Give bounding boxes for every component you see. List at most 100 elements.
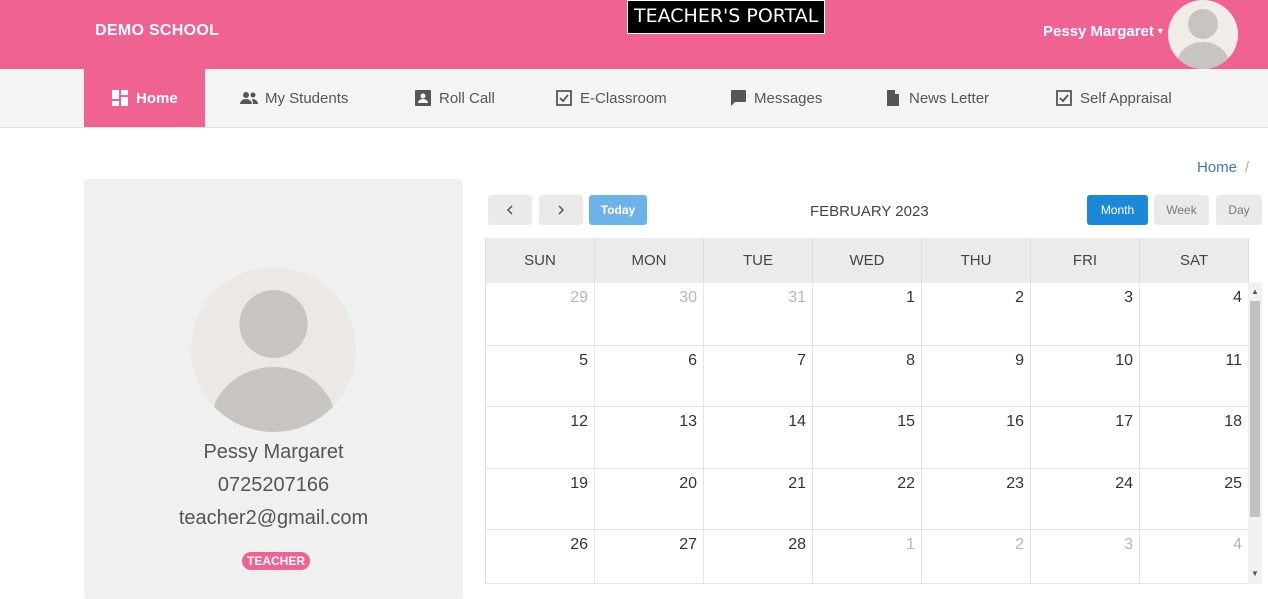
calendar-body: 29 30 31 1 2 3 4 5 6 7 8 9 10 11 12 13 14 15 16 17 18 19 20 21 2… [486, 283, 1249, 584]
calendar-day-cell[interactable]: 14 [704, 407, 813, 468]
calendar-day-cell[interactable]: 1 [813, 283, 922, 345]
day-number[interactable]: 14 [788, 413, 806, 431]
next-month-button[interactable] [539, 195, 583, 225]
calendar-day-cell[interactable]: 2 [922, 530, 1031, 583]
calendar-day-cell[interactable]: 30 [595, 283, 704, 345]
chevron-left-icon [506, 205, 513, 215]
calendar-day-cell[interactable]: 23 [922, 469, 1031, 529]
day-number[interactable]: 4 [1233, 536, 1242, 554]
calendar-day-cell[interactable]: 4 [1140, 530, 1249, 583]
profile-email: teacher2@gmail.com [178, 507, 369, 529]
today-button[interactable]: Today [589, 195, 647, 225]
nav-item-messages[interactable]: Messages [729, 69, 822, 127]
day-number[interactable]: 1 [906, 289, 915, 307]
nav-item-my-students[interactable]: My Students [240, 69, 348, 127]
user-avatar[interactable] [1168, 0, 1238, 69]
calendar-day-cell[interactable]: 12 [486, 407, 595, 468]
calendar-day-cell[interactable]: 25 [1140, 469, 1249, 529]
day-number[interactable]: 26 [570, 536, 588, 554]
user-menu[interactable]: Pessy Margaret ▼ [1043, 23, 1165, 40]
nav-item-e-classroom[interactable]: E-Classroom [555, 69, 667, 127]
nav-item-home[interactable]: Home [84, 69, 205, 127]
calendar-day-cell[interactable]: 26 [486, 530, 595, 583]
role-badge: TEACHER [242, 552, 311, 570]
day-number[interactable]: 11 [1225, 352, 1242, 370]
day-number[interactable]: 28 [788, 536, 806, 554]
breadcrumb: Home / [1197, 159, 1249, 176]
view-month-button[interactable]: Month [1087, 195, 1148, 225]
day-number[interactable]: 2 [1015, 536, 1024, 554]
view-week-button[interactable]: Week [1154, 195, 1209, 225]
day-number[interactable]: 15 [897, 413, 915, 431]
day-number[interactable]: 12 [570, 413, 588, 431]
nav-item-label: My Students [265, 89, 349, 107]
day-number[interactable]: 3 [1124, 536, 1133, 554]
day-number[interactable]: 24 [1115, 475, 1133, 493]
day-number[interactable]: 19 [570, 475, 588, 493]
calendar-day-cell[interactable]: 29 [486, 283, 595, 345]
weekday-header: SUN MON TUE WED THU FRI SAT [486, 238, 1249, 283]
calendar-day-cell[interactable]: 27 [595, 530, 704, 583]
calendar-day-cell[interactable]: 9 [922, 346, 1031, 406]
calendar-day-cell[interactable]: 22 [813, 469, 922, 529]
calendar-day-cell[interactable]: 18 [1140, 407, 1249, 468]
day-number[interactable]: 7 [797, 352, 806, 370]
calendar-day-cell[interactable]: 20 [595, 469, 704, 529]
prev-month-button[interactable] [488, 195, 532, 225]
calendar-day-cell[interactable]: 3 [1031, 530, 1140, 583]
calendar-scrollbar[interactable]: ▲ ▼ [1248, 283, 1262, 584]
day-number[interactable]: 20 [679, 475, 697, 493]
scroll-up-arrow-icon[interactable]: ▲ [1248, 285, 1262, 299]
school-brand[interactable]: DEMO SCHOOL [95, 22, 219, 40]
day-number[interactable]: 21 [788, 475, 806, 493]
calendar-day-cell[interactable]: 17 [1031, 407, 1140, 468]
day-number[interactable]: 23 [1006, 475, 1024, 493]
calendar-day-cell[interactable]: 28 [704, 530, 813, 583]
day-number[interactable]: 3 [1124, 289, 1133, 307]
day-number[interactable]: 18 [1224, 413, 1242, 431]
day-number[interactable]: 4 [1233, 289, 1242, 307]
day-number[interactable]: 29 [570, 289, 588, 307]
calendar-day-cell[interactable]: 2 [922, 283, 1031, 345]
day-number[interactable]: 16 [1006, 413, 1024, 431]
calendar-day-cell[interactable]: 10 [1031, 346, 1140, 406]
day-number[interactable]: 2 [1015, 289, 1024, 307]
day-number[interactable]: 5 [579, 352, 588, 370]
day-number[interactable]: 6 [688, 352, 697, 370]
calendar-day-cell[interactable]: 15 [813, 407, 922, 468]
calendar-day-cell[interactable]: 16 [922, 407, 1031, 468]
day-number[interactable]: 17 [1115, 413, 1133, 431]
view-day-button[interactable]: Day [1216, 195, 1262, 225]
day-number[interactable]: 9 [1015, 352, 1024, 370]
calendar-day-cell[interactable]: 31 [704, 283, 813, 345]
calendar-day-cell[interactable]: 8 [813, 346, 922, 406]
scroll-thumb[interactable] [1250, 301, 1260, 517]
nav-item-self-appraisal[interactable]: Self Appraisal [1055, 69, 1172, 127]
day-number[interactable]: 27 [679, 536, 697, 554]
calendar-day-cell[interactable]: 13 [595, 407, 704, 468]
day-number[interactable]: 8 [906, 352, 915, 370]
calendar-day-cell[interactable]: 5 [486, 346, 595, 406]
day-number[interactable]: 22 [897, 475, 915, 493]
calendar-day-cell[interactable]: 24 [1031, 469, 1140, 529]
scroll-down-arrow-icon[interactable]: ▼ [1248, 567, 1262, 581]
day-number[interactable]: 25 [1224, 475, 1242, 493]
day-number[interactable]: 10 [1115, 352, 1133, 370]
nav-item-roll-call[interactable]: Roll Call [414, 69, 495, 127]
calendar-day-cell[interactable]: 3 [1031, 283, 1140, 345]
day-number[interactable]: 30 [679, 289, 697, 307]
calendar-day-cell[interactable]: 21 [704, 469, 813, 529]
day-number[interactable]: 1 [906, 536, 915, 554]
calendar-day-cell[interactable]: 19 [486, 469, 595, 529]
calendar-day-cell[interactable]: 6 [595, 346, 704, 406]
person-silhouette-icon [1177, 9, 1229, 69]
nav-item-label: News Letter [909, 89, 990, 107]
calendar-day-cell[interactable]: 4 [1140, 283, 1249, 345]
nav-item-news-letter[interactable]: News Letter [884, 69, 989, 127]
day-number[interactable]: 13 [679, 413, 697, 431]
breadcrumb-home[interactable]: Home [1197, 159, 1237, 176]
calendar-day-cell[interactable]: 11 [1140, 346, 1249, 406]
calendar-day-cell[interactable]: 1 [813, 530, 922, 583]
calendar-day-cell[interactable]: 7 [704, 346, 813, 406]
day-number[interactable]: 31 [788, 289, 806, 307]
